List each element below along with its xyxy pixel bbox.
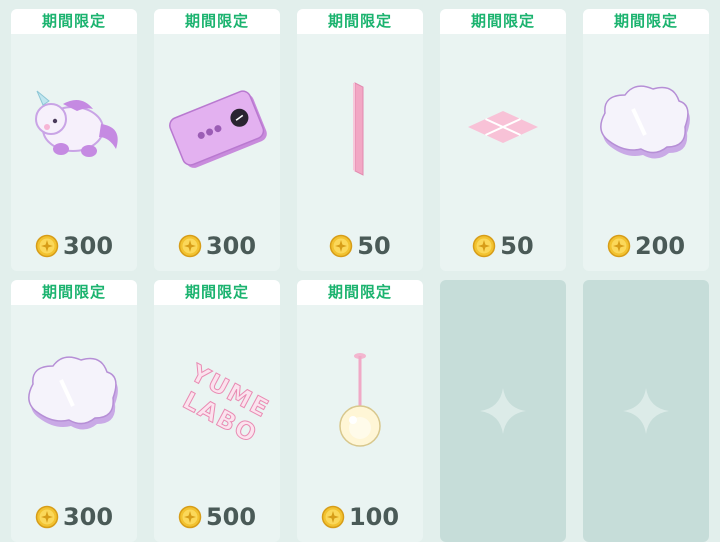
yume-labo-neon-sign-icon: YUME LABO <box>154 310 280 490</box>
pink-panel-icon <box>297 39 423 219</box>
limited-time-banner: 期間限定 <box>11 280 137 305</box>
cloud-icon <box>583 39 709 219</box>
price-value: 200 <box>634 232 686 260</box>
coin-icon <box>35 234 59 258</box>
shop-item-card-pendant-light[interactable]: 期間限定 100 <box>297 280 423 542</box>
coin-icon <box>178 234 202 258</box>
price-tag: 300 <box>154 229 280 263</box>
sparkle-icon <box>623 388 669 434</box>
price-tag: 300 <box>11 229 137 263</box>
shop-item-card-unicorn[interactable]: 期間限定 300 <box>11 9 137 271</box>
price-tag: 50 <box>297 229 423 263</box>
pink-floor-tile-icon <box>440 39 566 219</box>
limited-time-banner: 期間限定 <box>440 9 566 34</box>
shop-item-card-floor-tile[interactable]: 期間限定 50 <box>440 9 566 271</box>
price-value: 100 <box>348 503 400 531</box>
limited-time-banner: 期間限定 <box>154 280 280 305</box>
coin-icon <box>607 234 631 258</box>
coin-icon <box>321 505 345 529</box>
price-tag: 500 <box>154 500 280 534</box>
price-value: 300 <box>205 232 257 260</box>
coin-icon <box>330 234 353 258</box>
empty-slot <box>583 280 709 542</box>
limited-time-banner: 期間限定 <box>583 9 709 34</box>
purple-device-icon <box>154 39 280 219</box>
limited-time-banner: 期間限定 <box>297 280 423 305</box>
price-tag: 50 <box>440 229 566 263</box>
limited-time-banner: 期間限定 <box>154 9 280 34</box>
shop-item-card-neon-sign[interactable]: 期間限定 YUME LABO 500 <box>154 280 280 542</box>
price-value: 500 <box>205 503 257 531</box>
unicorn-plush-icon <box>11 39 137 219</box>
coin-icon <box>35 505 59 529</box>
coin-icon <box>473 234 496 258</box>
empty-slot <box>440 280 566 542</box>
shop-item-card-cloud[interactable]: 期間限定 300 <box>11 280 137 542</box>
shop-item-card-cloud[interactable]: 期間限定 200 <box>583 9 709 271</box>
price-value: 50 <box>357 232 391 260</box>
price-tag: 100 <box>297 500 423 534</box>
pendant-light-icon <box>297 310 423 490</box>
limited-time-banner: 期間限定 <box>11 9 137 34</box>
price-value: 300 <box>62 503 114 531</box>
shop-item-card-device[interactable]: 期間限定 300 <box>154 9 280 271</box>
cloud-icon <box>11 310 137 490</box>
coin-icon <box>178 505 202 529</box>
shop-item-card-panel[interactable]: 期間限定 50 <box>297 9 423 271</box>
price-tag: 300 <box>11 500 137 534</box>
price-tag: 200 <box>583 229 709 263</box>
price-value: 50 <box>500 232 534 260</box>
sparkle-icon <box>480 388 526 434</box>
limited-time-banner: 期間限定 <box>297 9 423 34</box>
price-value: 300 <box>62 232 114 260</box>
